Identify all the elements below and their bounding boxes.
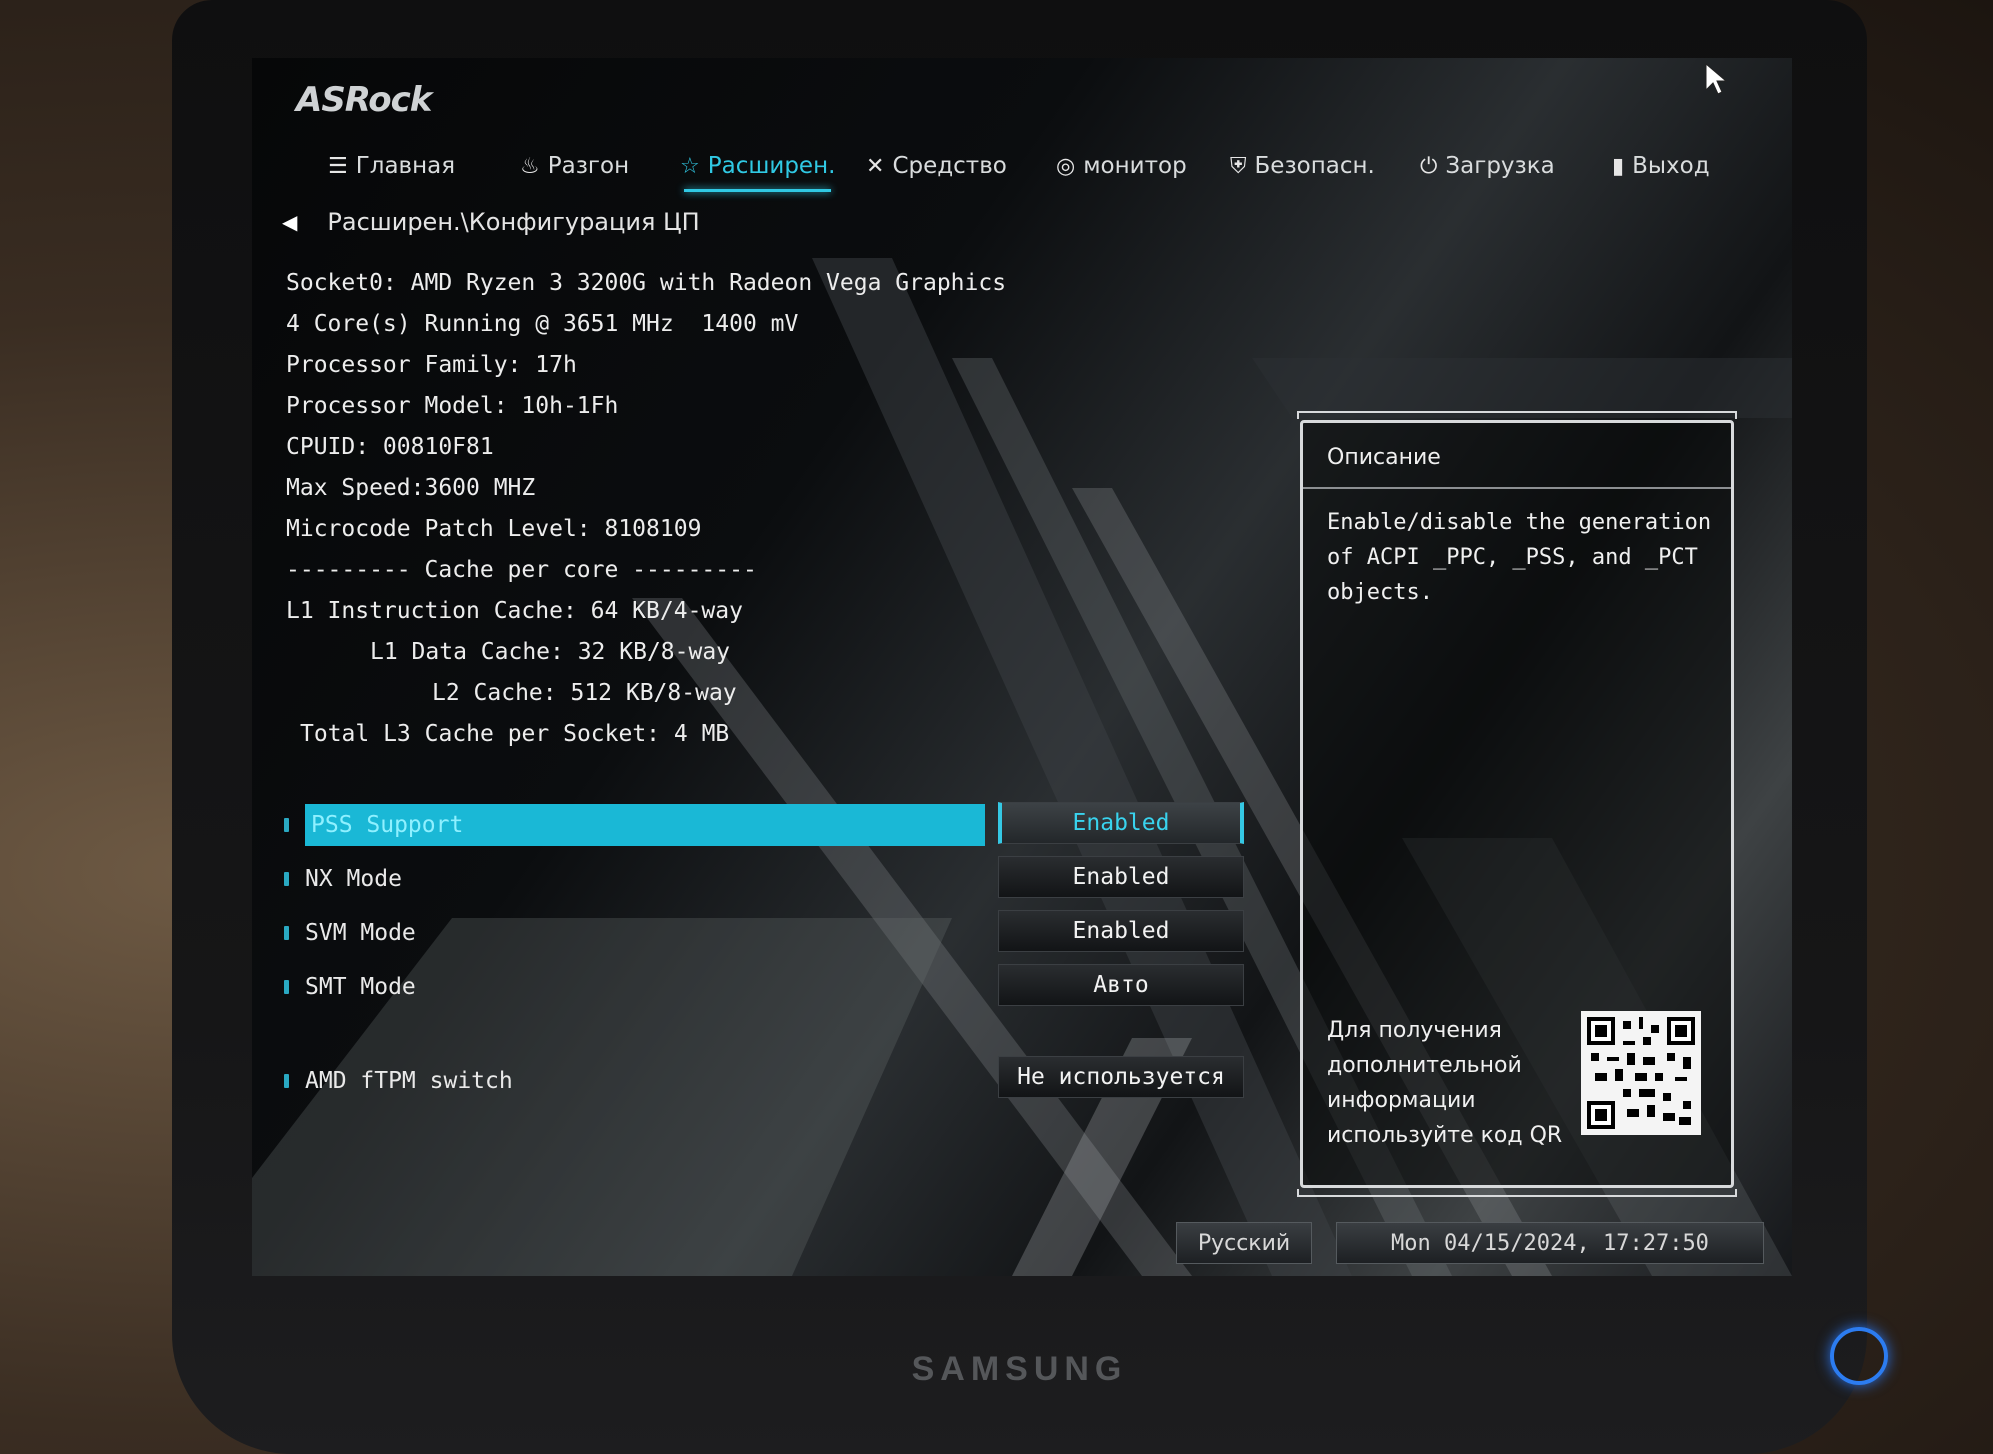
cpu-cores-info: 4 Core(s) Running @ 3651 MHz 1400 mV	[286, 311, 799, 337]
option-bullet-icon	[284, 818, 289, 832]
option-bullet-icon	[284, 1074, 289, 1088]
qr-hint-text: Для получения дополнительной информации …	[1327, 1018, 1563, 1148]
cpu-socket-info: Socket0: AMD Ryzen 3 3200G with Radeon V…	[286, 270, 1007, 296]
back-arrow-icon[interactable]: ◀	[282, 210, 297, 234]
tab-boot-label: Загрузка	[1445, 153, 1555, 179]
mouse-cursor-icon	[1705, 62, 1728, 95]
main-nav: ☰ Главная ♨ Разгон ☆ Расширен. ✕ Средств…	[252, 136, 1792, 196]
tab-tools[interactable]: ✕ Средство	[866, 136, 1007, 196]
tab-overclock[interactable]: ♨ Разгон	[520, 136, 629, 196]
option-label: AMD fTPM switch	[305, 1068, 513, 1094]
tab-overclock-label: Разгон	[547, 153, 630, 179]
description-text: Enable/disable the generation of ACPI _P…	[1327, 510, 1712, 605]
tab-security-label: Безопасн.	[1254, 153, 1375, 179]
microcode-info: Microcode Patch Level: 8108109	[286, 516, 702, 542]
tab-boot[interactable]: ⏻ Загрузка	[1420, 136, 1555, 196]
datetime-display: Mon 04/15/2024, 17:27:50	[1336, 1222, 1764, 1264]
l2-cache-info: L2 Cache: 512 KB/8-way	[432, 680, 737, 706]
shield-icon: ⛨	[1230, 153, 1247, 179]
cpu-model-info: Processor Model: 10h-1Fh	[286, 393, 619, 419]
tab-advanced[interactable]: ☆ Расширен.	[680, 136, 835, 196]
tools-icon: ✕	[866, 153, 885, 179]
l1-data-cache-info: L1 Data Cache: 32 KB/8-way	[370, 639, 731, 665]
tab-security[interactable]: ⛨ Безопасн.	[1230, 136, 1375, 196]
option-bullet-icon	[284, 980, 289, 994]
l3-cache-info: Total L3 Cache per Socket: 4 MB	[300, 721, 730, 747]
option-label: PSS Support	[305, 804, 985, 846]
cpu-family-info: Processor Family: 17h	[286, 352, 577, 378]
option-value-nx-mode[interactable]: Enabled	[998, 856, 1244, 898]
tab-advanced-label: Расширен.	[707, 153, 836, 179]
list-icon: ☰	[328, 153, 348, 179]
qr-code-icon	[1581, 1011, 1701, 1135]
star-icon: ☆	[680, 153, 700, 179]
cpuid-info: CPUID: 00810F81	[286, 434, 494, 460]
monitor-brand: SAMSUNG	[911, 1350, 1128, 1388]
option-label: NX Mode	[305, 866, 402, 892]
language-button[interactable]: Русский	[1176, 1222, 1312, 1264]
power-icon: ⏻	[1420, 153, 1438, 179]
tab-monitor[interactable]: ◎ монитор	[1056, 136, 1187, 196]
flame-icon: ♨	[520, 153, 540, 179]
breadcrumb: ◀ Расширен.\Конфигурация ЦП	[282, 208, 700, 236]
tab-monitor-label: монитор	[1083, 153, 1187, 179]
option-value-pss-support[interactable]: Enabled	[998, 802, 1244, 844]
option-smt-mode[interactable]: SMT Mode	[272, 966, 1012, 1008]
monitor-gauge-icon: ◎	[1056, 153, 1076, 179]
option-label: SVM Mode	[305, 920, 416, 946]
option-value-smt-mode[interactable]: Авто	[998, 964, 1244, 1006]
tab-main[interactable]: ☰ Главная	[328, 136, 455, 196]
description-divider	[1303, 487, 1731, 489]
option-bullet-icon	[284, 926, 289, 940]
option-svm-mode[interactable]: SVM Mode	[272, 912, 1012, 954]
tab-exit-label: Выход	[1632, 153, 1710, 179]
option-value-amd-ftpm-switch[interactable]: Не используется	[998, 1056, 1244, 1098]
option-nx-mode[interactable]: NX Mode	[272, 858, 1012, 900]
option-amd-ftpm-switch[interactable]: AMD fTPM switch	[272, 1060, 1012, 1102]
tab-exit[interactable]: ▮ Выход	[1612, 136, 1710, 196]
cache-header: --------- Cache per core ---------	[286, 557, 757, 583]
description-panel: Описание Enable/disable the generation o…	[1297, 411, 1737, 1197]
breadcrumb-path: Расширен.\Конфигурация ЦП	[327, 208, 700, 236]
option-label: SMT Mode	[305, 974, 416, 1000]
description-title: Описание	[1327, 445, 1441, 470]
asrock-logo: ASRock	[296, 80, 432, 120]
tab-main-label: Главная	[355, 153, 456, 179]
bios-screen: ASRock ☰ Главная ♨ Разгон ☆ Расширен. ✕ …	[252, 58, 1792, 1276]
tab-tools-label: Средство	[892, 153, 1007, 179]
option-bullet-icon	[284, 872, 289, 886]
exit-icon: ▮	[1612, 153, 1625, 179]
l1-instruction-cache-info: L1 Instruction Cache: 64 KB/4-way	[286, 598, 743, 624]
max-speed-info: Max Speed:3600 MHZ	[286, 475, 536, 501]
option-value-svm-mode[interactable]: Enabled	[998, 910, 1244, 952]
option-pss-support[interactable]: PSS Support	[272, 804, 1012, 846]
power-led-icon	[1830, 1327, 1888, 1385]
